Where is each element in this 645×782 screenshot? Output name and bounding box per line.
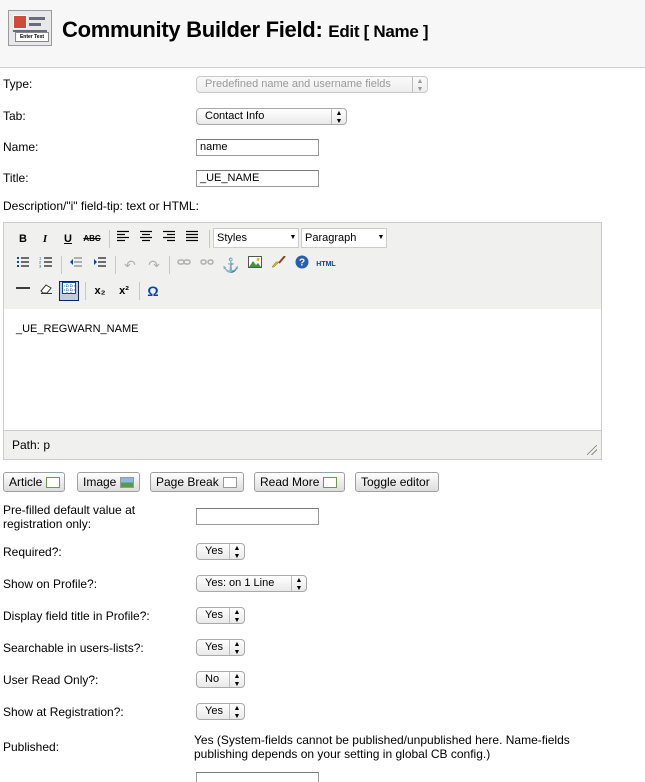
user-read-only-label: User Read Only?: [3,673,99,687]
align-center-icon[interactable] [136,229,156,249]
image-icon [120,477,135,488]
field-edit-icon: Enter Text [8,10,52,46]
undo-icon: ↶ [124,257,136,273]
show-on-profile-select[interactable]: Yes: on 1 Line ▲ ▼ [196,575,307,592]
numbered-list-icon[interactable]: 123 [36,255,56,275]
svg-text:?: ? [299,258,305,269]
bullet-list-icon[interactable] [13,255,33,275]
show-at-registration-select[interactable]: Yes ▲ ▼ [196,703,245,720]
svg-text:3: 3 [39,264,42,269]
link-icon [174,255,194,275]
editor-path: Path: p [12,438,51,452]
prefilled-input[interactable] [196,508,319,525]
editor-toolbar: B I U ABC Styles ▼ Paragraph ▼ 123 ↶ ↷ ⚓… [4,223,601,310]
select-arrows-icon: ▲ ▼ [331,109,346,125]
select-arrows-icon: ▲ ▼ [412,77,427,93]
editor-content-area[interactable]: _UE_REGWARN_NAME [4,309,601,430]
redo-icon: ↷ [148,257,160,273]
description-label: Description/"i" field-tip: text or HTML: [3,199,199,213]
article-icon [46,477,61,488]
indent-icon[interactable] [90,255,110,275]
insert-image-icon[interactable] [245,255,265,275]
tab-label: Tab: [3,109,26,123]
subscript-icon[interactable]: x₂ [90,281,110,301]
user-read-only-select[interactable]: No ▲ ▼ [196,671,245,688]
read-more-icon [323,477,338,488]
display-title-select[interactable]: Yes ▲ ▼ [196,607,245,624]
type-label: Type: [3,77,33,91]
horizontal-rule-icon[interactable] [13,281,33,301]
editor-content-text: _UE_REGWARN_NAME [16,323,139,335]
searchable-select[interactable]: Yes ▲ ▼ [196,639,245,656]
display-title-label: Display field title in Profile?: [3,609,150,623]
title-input[interactable]: _UE_NAME [196,170,319,187]
name-input[interactable]: name [196,139,319,156]
anchor-icon[interactable]: ⚓ [221,255,241,275]
show-on-profile-label: Show on Profile?: [3,577,98,591]
select-arrows-icon: ▲ ▼ [291,576,306,592]
select-arrows-icon: ▲ ▼ [229,608,244,624]
page-break-icon [222,477,237,488]
align-left-icon[interactable] [113,229,133,249]
superscript-icon[interactable]: x² [114,281,134,301]
toggle-editor-button[interactable]: Toggle editor [355,472,439,492]
rich-text-editor: B I U ABC Styles ▼ Paragraph ▼ 123 ↶ ↷ ⚓… [3,222,602,460]
required-select[interactable]: Yes ▲ ▼ [196,543,245,560]
unlink-icon [197,255,217,275]
tab-select[interactable]: Contact Info ▲ ▼ [196,108,347,125]
visual-aid-icon[interactable] [59,281,79,301]
resize-grip-icon[interactable] [587,445,597,455]
published-value: Yes (System-fields cannot be published/u… [194,733,570,761]
help-icon[interactable]: ? [292,255,312,275]
special-character-icon[interactable]: Ω [143,281,163,301]
type-select: Predefined name and username fields ▲ ▼ [196,76,428,93]
article-button[interactable]: Article [3,472,65,492]
required-label: Required?: [3,545,62,559]
styles-select[interactable]: Styles ▼ [213,228,299,248]
image-button[interactable]: Image [77,472,140,492]
read-more-button[interactable]: Read More [254,472,345,492]
format-select[interactable]: Paragraph ▼ [301,228,387,248]
page-break-button[interactable]: Page Break [150,472,244,492]
cleanup-brush-icon[interactable] [269,255,289,275]
page-header: Enter Text Community Builder Field: Edit… [0,0,645,68]
name-label: Name: [3,140,39,154]
page-title: Community Builder Field: Edit [ Name ] [62,17,429,42]
dropdown-arrow-icon: ▼ [289,234,297,241]
title-label: Title: [3,171,29,185]
select-arrows-icon: ▲ ▼ [229,544,244,560]
select-arrows-icon: ▲ ▼ [229,640,244,656]
eraser-icon[interactable] [36,281,56,301]
prefilled-label: Pre-filled default value at registration… [3,503,136,531]
align-right-icon[interactable] [159,229,179,249]
next-field-input[interactable] [196,772,319,782]
strikethrough-icon[interactable]: ABC [82,229,102,249]
select-arrows-icon: ▲ ▼ [229,672,244,688]
page-subtitle: Edit [ Name ] [328,22,429,41]
show-at-registration-label: Show at Registration?: [3,705,124,719]
editor-statusbar: Path: p [4,430,601,459]
select-arrows-icon: ▲ ▼ [229,704,244,720]
bold-icon[interactable]: B [13,229,33,249]
html-source-icon[interactable]: HTML [314,255,338,275]
dropdown-arrow-icon: ▼ [377,234,385,241]
italic-icon[interactable]: I [35,229,55,249]
searchable-label: Searchable in users-lists?: [3,641,144,655]
outdent-icon [66,255,86,275]
published-label: Published: [3,740,60,754]
underline-icon[interactable]: U [58,229,78,249]
align-justify-icon[interactable] [182,229,202,249]
